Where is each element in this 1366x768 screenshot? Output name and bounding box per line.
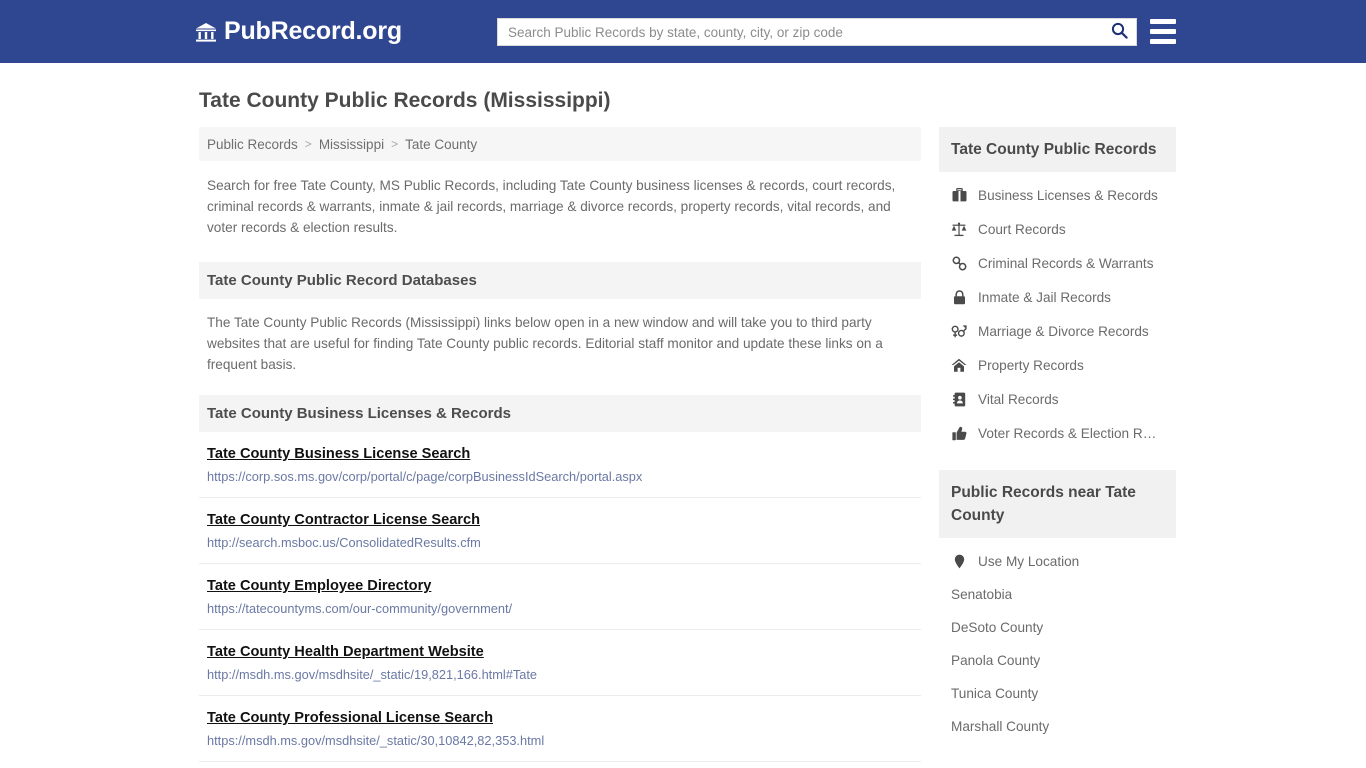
- search-icon: [1111, 22, 1128, 42]
- sidebar-item-use-my-location[interactable]: Use My Location: [939, 544, 1176, 578]
- sidebar: Tate County Public Records Business Lice…: [939, 127, 1176, 743]
- home-icon: [951, 357, 967, 373]
- sidebar-item-label: Property Records: [978, 357, 1084, 373]
- record-link-url[interactable]: https://corp.sos.ms.gov/corp/portal/c/pa…: [207, 469, 913, 484]
- sidebar-item-label: Inmate & Jail Records: [978, 289, 1111, 305]
- record-link-row: Tate County Business License Search http…: [199, 432, 921, 498]
- sidebar-nearby-block: Public Records near Tate County Use My L…: [939, 470, 1176, 743]
- breadcrumb-item-mississippi[interactable]: Mississippi: [319, 137, 384, 152]
- briefcase-icon: [951, 187, 967, 203]
- record-link-row: Tate County Professional License Search …: [199, 696, 921, 762]
- search-bar[interactable]: [497, 18, 1137, 46]
- sidebar-records-list: Business Licenses & Records Court Record…: [939, 172, 1176, 450]
- site-logo[interactable]: PubRecord.org: [195, 17, 402, 46]
- record-link-url[interactable]: https://tatecountyms.com/our-community/g…: [207, 601, 913, 616]
- record-link-row: Tate County Contractor License Search ht…: [199, 498, 921, 564]
- hamburger-menu-icon[interactable]: [1150, 19, 1176, 44]
- sidebar-item-label: DeSoto County: [951, 620, 1044, 635]
- lock-icon: [951, 289, 967, 305]
- sidebar-item-senatobia[interactable]: Senatobia: [939, 578, 1176, 611]
- breadcrumb-separator: >: [391, 137, 399, 151]
- record-link-list: Tate County Business License Search http…: [199, 432, 921, 768]
- map-pin-icon: [951, 553, 967, 569]
- record-link-title[interactable]: Tate County Health Department Website: [207, 644, 484, 660]
- sidebar-item-tunica-county[interactable]: Tunica County: [939, 677, 1176, 710]
- record-link-url[interactable]: http://search.msboc.us/ConsolidatedResul…: [207, 535, 913, 550]
- sidebar-item-marshall-county[interactable]: Marshall County: [939, 710, 1176, 743]
- sidebar-item-vital-records[interactable]: Vital Records: [939, 382, 1176, 416]
- hamburger-bar: [1150, 29, 1176, 34]
- databases-section-heading: Tate County Public Record Databases: [199, 262, 921, 299]
- page-container: Tate County Public Records (Mississippi)…: [0, 63, 1366, 768]
- search-input[interactable]: [498, 19, 1102, 45]
- record-link-url[interactable]: http://msdh.ms.gov/msdhsite/_static/19,8…: [207, 667, 913, 682]
- sidebar-item-property-records[interactable]: Property Records: [939, 348, 1176, 382]
- sidebar-item-voter-records[interactable]: Voter Records & Election R…: [939, 416, 1176, 450]
- thumbs-up-icon: [951, 425, 967, 441]
- sidebar-item-marriage-divorce-records[interactable]: Marriage & Divorce Records: [939, 314, 1176, 348]
- hamburger-bar: [1150, 39, 1176, 44]
- record-link-url[interactable]: https://msdh.ms.gov/msdhsite/_static/30,…: [207, 733, 913, 748]
- sidebar-item-label: Senatobia: [951, 587, 1013, 602]
- sidebar-item-label: Court Records: [978, 221, 1066, 237]
- see-all-row: See all Tate County Business Licenses & …: [199, 762, 921, 768]
- record-link-row: Tate County Health Department Website ht…: [199, 630, 921, 696]
- sidebar-item-label: Voter Records & Election R…: [978, 425, 1157, 441]
- record-link-title[interactable]: Tate County Professional License Search: [207, 710, 493, 726]
- sidebar-item-label: Panola County: [951, 653, 1041, 668]
- sidebar-item-label: Marshall County: [951, 719, 1050, 734]
- intro-paragraph: Search for free Tate County, MS Public R…: [207, 178, 896, 235]
- record-link-row: Tate County Employee Directory https://t…: [199, 564, 921, 630]
- site-header: PubRecord.org: [0, 0, 1366, 63]
- venus-mars-icon: [951, 323, 967, 339]
- breadcrumb-item-tate-county: Tate County: [405, 136, 478, 152]
- sidebar-item-panola-county[interactable]: Panola County: [939, 644, 1176, 677]
- sidebar-records-heading: Tate County Public Records: [939, 127, 1176, 172]
- page-title: Tate County Public Records (Mississippi): [199, 89, 611, 112]
- search-button[interactable]: [1102, 19, 1136, 45]
- content-columns: Public Records > Mississippi > Tate Coun…: [0, 113, 1366, 768]
- hamburger-bar: [1150, 19, 1176, 24]
- bank-building-icon: [195, 21, 217, 43]
- sidebar-nearby-heading: Public Records near Tate County: [939, 470, 1176, 538]
- brand-name: PubRecord.org: [224, 17, 402, 45]
- sidebar-item-court-records[interactable]: Court Records: [939, 212, 1176, 246]
- sidebar-item-inmate-jail-records[interactable]: Inmate & Jail Records: [939, 280, 1176, 314]
- breadcrumb: Public Records > Mississippi > Tate Coun…: [199, 127, 921, 161]
- record-link-title[interactable]: Tate County Contractor License Search: [207, 512, 480, 528]
- record-link-title[interactable]: Tate County Employee Directory: [207, 578, 431, 594]
- sidebar-item-label: Marriage & Divorce Records: [978, 323, 1149, 339]
- sidebar-item-business-licenses[interactable]: Business Licenses & Records: [939, 178, 1176, 212]
- breadcrumb-separator: >: [304, 137, 312, 151]
- databases-section-body: The Tate County Public Records (Mississi…: [207, 315, 883, 372]
- sidebar-item-desoto-county[interactable]: DeSoto County: [939, 611, 1176, 644]
- handcuffs-icon: [951, 255, 967, 271]
- sidebar-item-label: Criminal Records & Warrants: [978, 255, 1154, 271]
- business-section-heading: Tate County Business Licenses & Records: [199, 395, 921, 432]
- sidebar-nearby-list: Use My Location Senatobia DeSoto County …: [939, 538, 1176, 743]
- address-book-icon: [951, 391, 967, 407]
- sidebar-item-label: Use My Location: [978, 553, 1080, 569]
- main-content: Public Records > Mississippi > Tate Coun…: [199, 127, 921, 768]
- sidebar-item-criminal-records[interactable]: Criminal Records & Warrants: [939, 246, 1176, 280]
- balance-scale-icon: [951, 221, 967, 237]
- breadcrumb-item-public-records[interactable]: Public Records: [207, 137, 298, 152]
- sidebar-item-label: Vital Records: [978, 391, 1059, 407]
- sidebar-item-label: Tunica County: [951, 686, 1039, 701]
- record-link-title[interactable]: Tate County Business License Search: [207, 446, 470, 462]
- sidebar-item-label: Business Licenses & Records: [978, 187, 1158, 203]
